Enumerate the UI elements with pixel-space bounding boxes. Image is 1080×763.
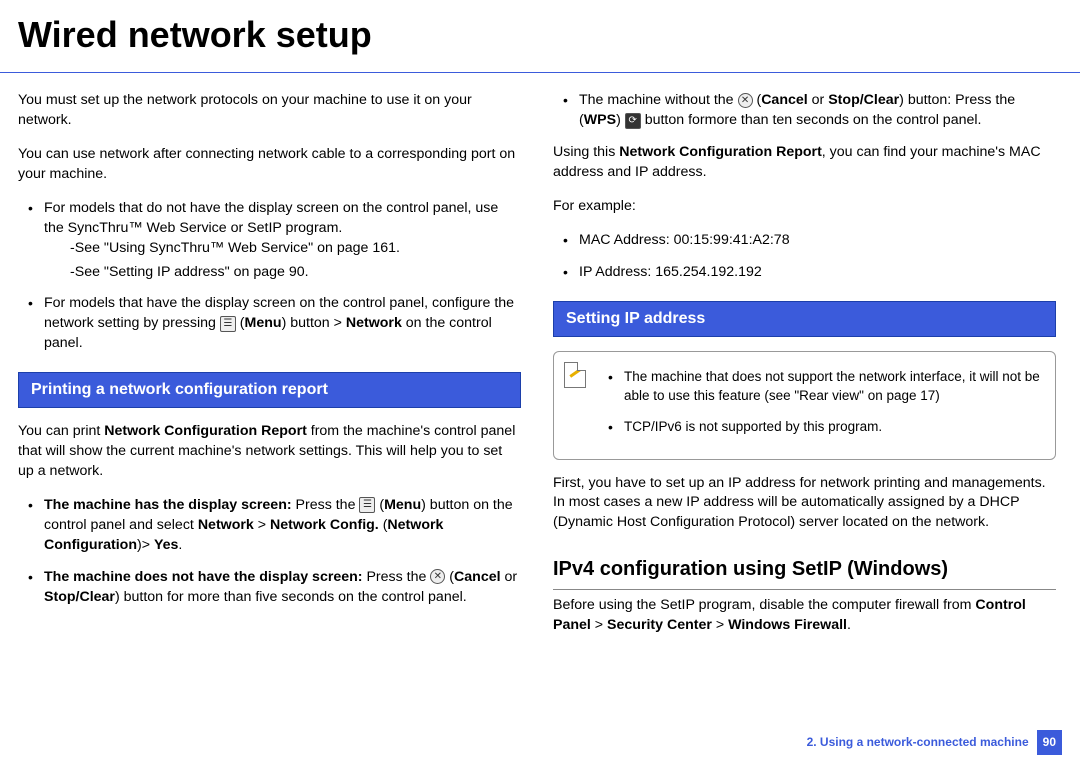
section-setting-ip: Setting IP address [553, 301, 1056, 337]
bullet-without-cancel: The machine without the ✕ (Cancel or Sto… [553, 91, 1056, 131]
chapter-label: 2. Using a network-connected machine [807, 734, 1029, 751]
note-icon [564, 362, 586, 388]
printing-report-paragraph: You can print Network Configuration Repo… [18, 422, 521, 482]
ipv4-subheading: IPv4 configuration using SetIP (Windows) [553, 555, 1056, 590]
bullet-no-display: For models that do not have the display … [18, 199, 521, 283]
wps-icon: ⟳ [625, 113, 641, 129]
right-column: The machine without the ✕ (Cancel or Sto… [553, 85, 1056, 650]
ip-address: IP Address: 165.254.192.192 [553, 263, 1056, 283]
intro-paragraph-1: You must set up the network protocols on… [18, 91, 521, 131]
cancel-icon: ✕ [738, 93, 753, 108]
bullet-with-display: For models that have the display screen … [18, 294, 521, 354]
left-column: You must set up the network protocols on… [18, 85, 521, 650]
page-number: 90 [1037, 730, 1062, 755]
page-title: Wired network setup [0, 0, 1080, 73]
using-report-paragraph: Using this Network Configuration Report,… [553, 143, 1056, 183]
cancel-icon: ✕ [430, 569, 445, 584]
ip-paragraph: First, you have to set up an IP address … [553, 474, 1056, 534]
see-setting-ip: -See "Setting IP address" on page 90. [70, 263, 521, 283]
note-item-2: TCP/IPv6 is not supported by this progra… [598, 418, 1043, 437]
bullet-has-display: The machine has the display screen: Pres… [18, 496, 521, 556]
menu-icon: ☰ [220, 316, 236, 332]
page-footer: 2. Using a network-connected machine 90 [807, 730, 1062, 755]
firewall-paragraph: Before using the SetIP program, disable … [553, 596, 1056, 636]
section-printing-report: Printing a network configuration report [18, 372, 521, 408]
for-example: For example: [553, 197, 1056, 217]
note-item-1: The machine that does not support the ne… [598, 368, 1043, 406]
menu-icon: ☰ [359, 497, 375, 513]
see-syncthru: -See "Using SyncThru™ Web Service" on pa… [70, 239, 521, 259]
content-columns: You must set up the network protocols on… [0, 73, 1080, 650]
bullet-no-display-screen: The machine does not have the display sc… [18, 568, 521, 608]
intro-paragraph-2: You can use network after connecting net… [18, 145, 521, 185]
note-box: The machine that does not support the ne… [553, 351, 1056, 460]
mac-address: MAC Address: 00:15:99:41:A2:78 [553, 231, 1056, 251]
